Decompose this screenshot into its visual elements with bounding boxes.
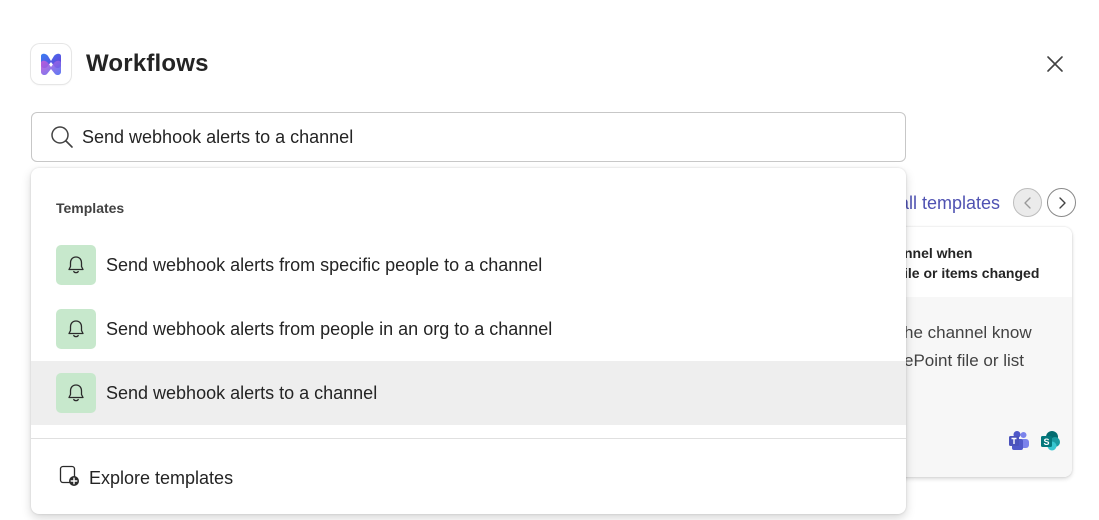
teams-icon — [1008, 430, 1030, 457]
explore-templates-label: Explore templates — [89, 468, 234, 488]
chevron-left-icon — [1023, 196, 1031, 209]
card-title-line: ile or items changed — [904, 265, 1040, 281]
divider — [31, 438, 906, 439]
search-result-label: Send webhook alerts from specific people… — [106, 254, 543, 275]
close-icon — [1047, 56, 1063, 72]
template-card[interactable]: nnel when ile or items changed he channe… — [880, 227, 1072, 477]
search-results-dropdown: Templates Send webhook alerts from speci… — [31, 168, 906, 514]
sharepoint-icon: S — [1040, 430, 1062, 457]
close-button[interactable] — [1042, 51, 1068, 77]
card-title-line: nnel when — [904, 245, 973, 261]
search-result-item[interactable]: Send webhook alerts from people in an or… — [31, 297, 906, 361]
workflows-app-icon — [31, 44, 71, 84]
search-result-item[interactable]: Send webhook alerts from specific people… — [31, 233, 906, 297]
explore-templates-button[interactable]: Explore templates — [59, 465, 233, 492]
bell-icon — [56, 245, 96, 285]
search-input[interactable] — [82, 126, 872, 148]
bell-icon — [56, 309, 96, 349]
search-result-item-highlighted[interactable]: Send webhook alerts to a channel — [31, 361, 906, 425]
search-result-label: Send webhook alerts from people in an or… — [106, 318, 553, 339]
see-all-templates-link[interactable]: See all templates — [890, 193, 1000, 214]
bell-icon — [56, 373, 96, 413]
carousel-next-button[interactable] — [1047, 188, 1076, 217]
card-description-line: ePoint file or list — [904, 351, 1024, 370]
svg-text:S: S — [1043, 437, 1049, 447]
card-description-line: he channel know — [904, 323, 1032, 342]
explore-templates-icon — [59, 465, 81, 492]
search-icon — [50, 125, 74, 149]
search-box[interactable] — [31, 112, 906, 162]
section-label-templates: Templates — [56, 200, 125, 216]
page-title: Workflows — [86, 50, 209, 77]
carousel-previous-button[interactable] — [1013, 188, 1042, 217]
see-all-label: See all templates — [890, 193, 1000, 213]
chevron-right-icon — [1058, 196, 1066, 209]
search-result-label: Send webhook alerts to a channel — [106, 382, 378, 403]
